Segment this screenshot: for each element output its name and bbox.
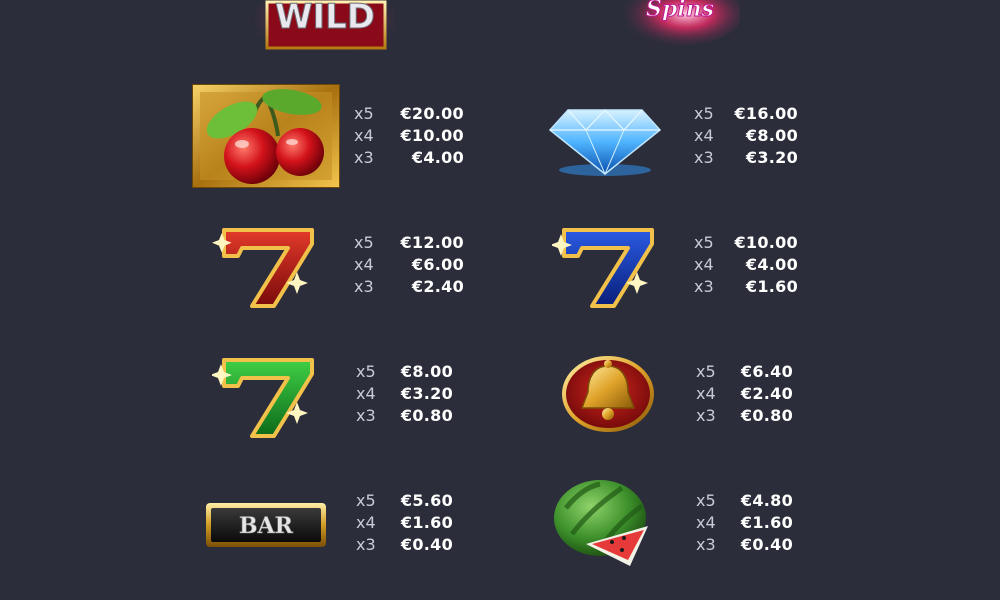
pay-multiplier: x3 [694, 148, 714, 167]
pay-multiplier: x4 [354, 255, 374, 274]
pay-multiplier: x4 [356, 513, 376, 532]
pay-multiplier: x4 [354, 126, 374, 145]
pay-row: x5 €20.00 [354, 103, 464, 125]
pay-row: x4 €1.60 [696, 512, 793, 534]
pay-multiplier: x5 [356, 362, 376, 381]
pay-value: €2.40 [740, 384, 793, 403]
pay-value: €0.80 [400, 406, 453, 425]
pay-multiplier: x5 [356, 491, 376, 510]
wild-text: WILD [275, 0, 375, 37]
blue-seven-paytable: x5 €10.00 x4 €4.00 x3 €1.60 [694, 232, 798, 298]
pay-row: x3 €4.00 [354, 147, 464, 169]
pay-value: €0.80 [740, 406, 793, 425]
pay-row: x3 €0.40 [696, 534, 793, 556]
green-seven-icon [210, 356, 322, 444]
pay-row: x4 €10.00 [354, 125, 464, 147]
red-seven-paytable: x5 €12.00 x4 €6.00 x3 €2.40 [354, 232, 464, 298]
green-seven-paytable: x5 €8.00 x4 €3.20 x3 €0.80 [356, 361, 453, 427]
pay-row: x5 €10.00 [694, 232, 798, 254]
pay-row: x4 €4.00 [694, 254, 798, 276]
pay-value: €10.00 [734, 233, 798, 252]
pay-value: €10.00 [400, 126, 464, 145]
pay-row: x3 €0.80 [696, 405, 793, 427]
bar-icon: BAR [205, 502, 327, 552]
pay-row: x3 €0.40 [356, 534, 453, 556]
pay-value: €8.00 [745, 126, 798, 145]
bell-paytable: x5 €6.40 x4 €2.40 x3 €0.80 [696, 361, 793, 427]
pay-row: x4 €1.60 [356, 512, 453, 534]
pay-value: €16.00 [734, 104, 798, 123]
pay-row: x5 €4.80 [696, 490, 793, 512]
pay-row: x3 €1.60 [694, 276, 798, 298]
pay-multiplier: x5 [694, 104, 714, 123]
pay-multiplier: x5 [354, 233, 374, 252]
pay-multiplier: x3 [696, 406, 716, 425]
pay-multiplier: x4 [356, 384, 376, 403]
pay-multiplier: x3 [354, 277, 374, 296]
diamond-paytable: x5 €16.00 x4 €8.00 x3 €3.20 [694, 103, 798, 169]
diamond-icon [546, 96, 664, 180]
pay-value: €3.20 [400, 384, 453, 403]
pay-row: x3 €2.40 [354, 276, 464, 298]
pay-row: x4 €6.00 [354, 254, 464, 276]
pay-row: x5 €8.00 [356, 361, 453, 383]
pay-multiplier: x5 [696, 362, 716, 381]
pay-row: x5 €16.00 [694, 103, 798, 125]
pay-row: x5 €5.60 [356, 490, 453, 512]
pay-value: €4.00 [411, 148, 464, 167]
pay-row: x4 €8.00 [694, 125, 798, 147]
pay-value: €6.00 [411, 255, 464, 274]
cherries-paytable: x5 €20.00 x4 €10.00 x3 €4.00 [354, 103, 464, 169]
pay-value: €12.00 [400, 233, 464, 252]
pay-value: €1.60 [400, 513, 453, 532]
pay-value: €3.20 [745, 148, 798, 167]
pay-value: €1.60 [740, 513, 793, 532]
pay-value: €5.60 [400, 491, 453, 510]
cherries-icon [191, 83, 341, 192]
pay-row: x4 €3.20 [356, 383, 453, 405]
pay-row: x3 €0.80 [356, 405, 453, 427]
pay-multiplier: x3 [354, 148, 374, 167]
pay-value: €4.80 [740, 491, 793, 510]
pay-row: x4 €2.40 [696, 383, 793, 405]
bar-label: BAR [239, 513, 294, 539]
pay-multiplier: x4 [694, 126, 714, 145]
pay-multiplier: x5 [694, 233, 714, 252]
pay-row: x3 €3.20 [694, 147, 798, 169]
pay-multiplier: x5 [696, 491, 716, 510]
pay-value: €1.60 [745, 277, 798, 296]
pay-multiplier: x3 [356, 406, 376, 425]
pay-multiplier: x5 [354, 104, 374, 123]
pay-value: €8.00 [400, 362, 453, 381]
watermelon-paytable: x5 €4.80 x4 €1.60 x3 €0.40 [696, 490, 793, 556]
spins-text: Spins [646, 0, 714, 22]
pay-value: €6.40 [740, 362, 793, 381]
pay-value: €20.00 [400, 104, 464, 123]
red-seven-icon [212, 226, 322, 314]
blue-seven-icon [550, 226, 662, 314]
pay-multiplier: x3 [694, 277, 714, 296]
pay-multiplier: x3 [356, 535, 376, 554]
watermelon-icon [552, 478, 662, 576]
pay-multiplier: x4 [696, 384, 716, 403]
spins-symbol-logo: Spins [600, 0, 742, 48]
pay-value: €0.40 [400, 535, 453, 554]
pay-value: €4.00 [745, 255, 798, 274]
wild-symbol-logo: WILD [255, 0, 395, 50]
bell-icon [560, 356, 656, 440]
pay-row: x5 €6.40 [696, 361, 793, 383]
pay-value: €2.40 [411, 277, 464, 296]
bar-paytable: x5 €5.60 x4 €1.60 x3 €0.40 [356, 490, 453, 556]
pay-multiplier: x3 [696, 535, 716, 554]
pay-row: x5 €12.00 [354, 232, 464, 254]
pay-multiplier: x4 [694, 255, 714, 274]
pay-value: €0.40 [740, 535, 793, 554]
pay-multiplier: x4 [696, 513, 716, 532]
